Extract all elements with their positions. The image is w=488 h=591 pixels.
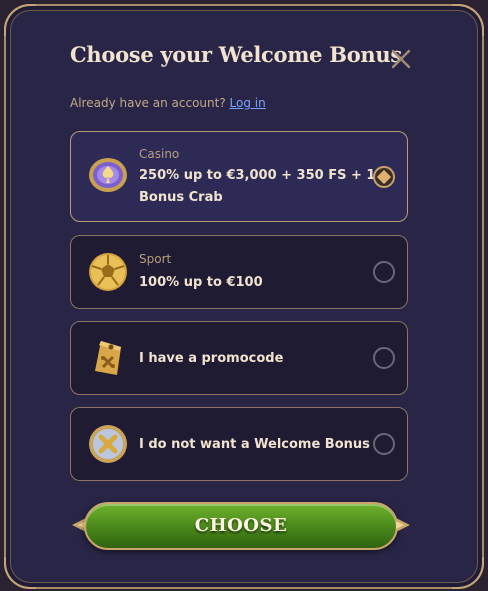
login-prompt-text: Already have an account? xyxy=(70,96,226,110)
no-bonus-icon xyxy=(87,423,129,465)
option-label: I do not want a Welcome Bonus xyxy=(139,437,370,452)
radio-selected[interactable] xyxy=(373,166,395,188)
casino-chip-icon xyxy=(87,154,129,196)
option-promocode[interactable]: I have a promocode xyxy=(70,321,408,395)
close-icon xyxy=(391,49,411,69)
option-label: 250% up to €3,000 + 350 FS + 1 Bonus Cra… xyxy=(139,168,376,205)
option-category: Casino xyxy=(139,147,180,161)
radio-unselected[interactable] xyxy=(373,261,395,283)
choose-button[interactable]: CHOOSE xyxy=(70,498,412,556)
choose-button-label: CHOOSE xyxy=(194,515,288,536)
option-casino[interactable]: Casino 250% up to €3,000 + 350 FS + 1 Bo… xyxy=(70,131,408,222)
promo-tag-icon xyxy=(87,337,129,379)
option-sport[interactable]: Sport 100% up to €100 xyxy=(70,235,408,309)
radio-unselected[interactable] xyxy=(373,347,395,369)
corner-ornament xyxy=(4,557,36,589)
option-no-bonus[interactable]: I do not want a Welcome Bonus xyxy=(70,407,408,481)
modal-title: Choose your Welcome Bonus xyxy=(70,42,402,67)
option-label: 100% up to €100 xyxy=(139,275,263,290)
close-button[interactable] xyxy=(388,46,414,72)
corner-ornament xyxy=(452,557,484,589)
radio-unselected[interactable] xyxy=(373,433,395,455)
login-link[interactable]: Log in xyxy=(230,96,266,110)
option-label: I have a promocode xyxy=(139,351,284,366)
option-category: Sport xyxy=(139,252,172,266)
football-icon xyxy=(87,251,129,293)
login-prompt: Already have an account? Log in xyxy=(70,96,266,110)
